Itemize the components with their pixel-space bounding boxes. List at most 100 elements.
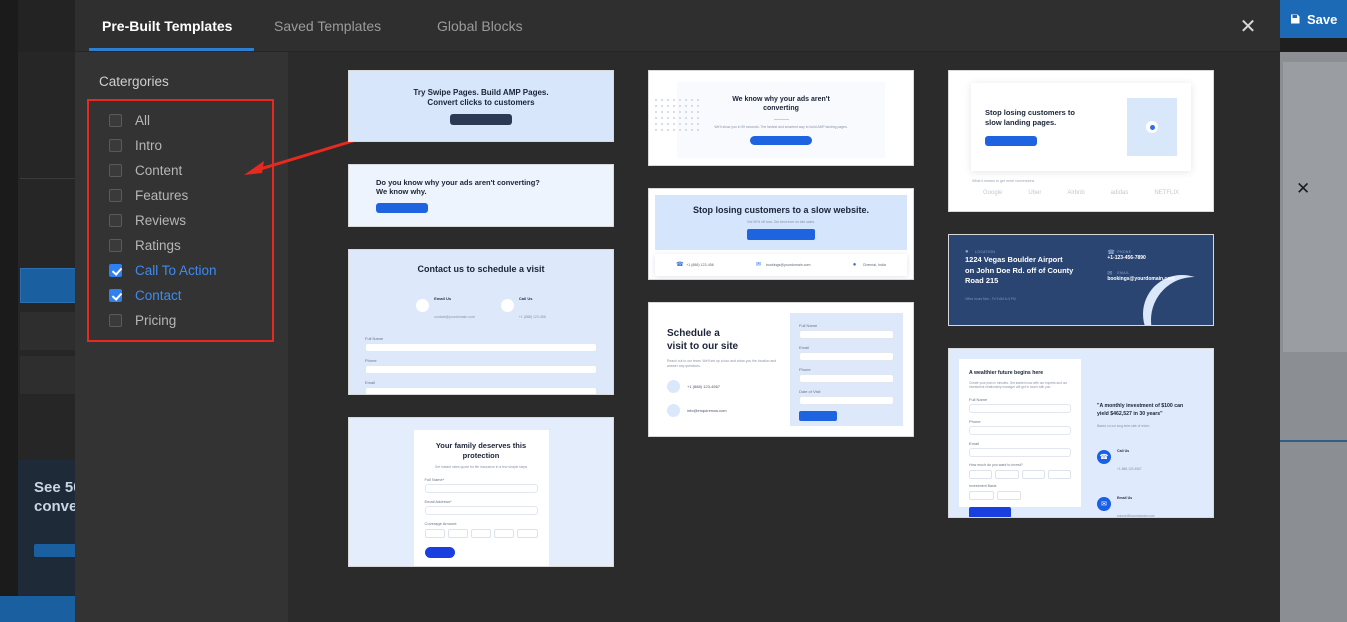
template-next-button — [424, 547, 455, 559]
category-label: Contact — [135, 288, 182, 303]
modal-header: Pre-Built Templates Saved Templates Glob… — [75, 0, 1280, 52]
template-heading: Your family deserves this — [435, 441, 527, 450]
category-item-ratings[interactable]: Ratings — [89, 233, 272, 258]
template-card-ads-not-converting[interactable]: Do you know why your ads aren't converti… — [348, 164, 614, 227]
text-input — [799, 330, 894, 339]
template-heading: Convert clicks to customers — [427, 97, 535, 107]
categories-sidebar: Catergories All Intro Content Features R… — [75, 52, 357, 622]
template-cta-button — [450, 113, 512, 125]
template-card-know-why-ads[interactable]: We know why your ads aren't converting W… — [648, 70, 914, 166]
modal-close-icon[interactable]: ✕ — [1236, 14, 1260, 38]
template-value: bookings@yourdomain.com — [1107, 276, 1175, 282]
right-panel-card — [1283, 62, 1347, 352]
tab-saved-templates[interactable]: Saved Templates — [254, 0, 414, 51]
template-subtext: Create your plan in minutes. Get started… — [969, 380, 1068, 389]
template-card-address-contact[interactable]: ● Location 1224 Vegas Boulder Airport on… — [948, 234, 1214, 326]
category-item-contact[interactable]: Contact — [89, 283, 272, 308]
category-label: Content — [135, 163, 183, 178]
tab-label: Global Blocks — [437, 17, 523, 34]
category-item-pricing[interactable]: Pricing — [89, 308, 272, 333]
logo-label: adidas — [1110, 190, 1129, 196]
template-submit-button — [969, 507, 1011, 517]
checkbox-icon[interactable] — [109, 164, 122, 177]
category-label: Reviews — [135, 213, 187, 228]
logo-label: Uber — [1028, 190, 1042, 196]
template-subtext: Based on our long-term rate of return — [1097, 423, 1150, 428]
template-label: Call Us — [1117, 448, 1130, 453]
logo-label: NETFLIX — [1154, 190, 1179, 196]
tab-label: Pre-Built Templates — [102, 17, 233, 34]
template-submit-button — [799, 411, 837, 421]
template-value: Chennai, India — [862, 263, 886, 267]
category-label: All — [135, 113, 151, 128]
field-label: Full Name — [969, 397, 988, 403]
field-label: Email Address* — [424, 499, 452, 505]
right-panel-accent-line-2 — [1278, 440, 1347, 442]
template-heading: converting — [763, 105, 799, 113]
template-heading: We know why your ads aren't — [732, 96, 830, 103]
template-card-wealthier-future[interactable]: A wealthier future begins here Create yo… — [948, 348, 1214, 518]
template-card-family-protection[interactable]: Your family deserves this protection Get… — [348, 417, 614, 567]
checkbox-icon[interactable] — [109, 214, 122, 227]
templates-column-3: Stop losing customers to slow landing pa… — [948, 70, 1214, 567]
mail-icon: ✉ — [1097, 496, 1111, 511]
text-input — [365, 387, 597, 394]
template-heading: Try Swipe Pages. Build AMP Pages. — [413, 87, 549, 97]
template-card-stop-losing-customers[interactable]: Stop losing customers to a slow website.… — [648, 188, 914, 280]
phone-icon — [500, 298, 514, 312]
mail-icon — [416, 298, 430, 312]
text-input — [365, 343, 597, 353]
category-item-intro[interactable]: Intro — [89, 133, 272, 158]
category-label: Ratings — [135, 238, 181, 253]
template-card-swipe-pages-hero[interactable]: Try Swipe Pages. Build AMP Pages. Conver… — [348, 70, 614, 142]
category-item-features[interactable]: Features — [89, 183, 272, 208]
editor-left-rail — [0, 0, 18, 622]
field-label: Coverage Amount — [424, 521, 457, 527]
template-subtext: Get 50% off now. Our best ever on site s… — [747, 220, 815, 225]
topbar-filler — [1280, 38, 1347, 52]
logo-label: Google — [982, 190, 1003, 196]
category-label: Call To Action — [135, 263, 217, 278]
template-note: Office hours Mon - Fri 9 AM to 5 PM — [965, 296, 1016, 301]
save-button[interactable]: Save — [1280, 0, 1347, 38]
phone-icon: ☎ — [676, 262, 684, 268]
text-input — [424, 506, 538, 516]
template-label: Email Us — [1117, 495, 1133, 500]
field-label: Phone — [799, 367, 811, 372]
template-contact-phone: Call Us +1 (888) 123-456 — [500, 287, 546, 323]
category-item-content[interactable]: Content — [89, 158, 272, 183]
field-label: Email — [799, 345, 810, 350]
category-item-all[interactable]: All — [89, 108, 272, 133]
template-card-schedule-visit-site[interactable]: Schedule a visit to our site Reach out t… — [648, 302, 914, 437]
right-panel-close-icon[interactable]: ✕ — [1296, 180, 1310, 197]
field-label: Full Name — [799, 323, 818, 328]
text-input — [799, 396, 894, 405]
text-input — [969, 404, 1071, 414]
category-item-reviews[interactable]: Reviews — [89, 208, 272, 233]
tab-pre-built-templates[interactable]: Pre-Built Templates — [89, 0, 254, 51]
template-body: We'll show you in 90 seconds. The fastes… — [714, 124, 848, 129]
investment-chip-group — [969, 470, 1071, 480]
template-card-slow-landing-pages[interactable]: Stop losing customers to slow landing pa… — [948, 70, 1214, 212]
template-heading: A wealthier future begins here — [969, 370, 1044, 376]
checkbox-icon[interactable] — [109, 114, 122, 127]
categories-list: All Intro Content Features Reviews Ratin… — [87, 99, 274, 342]
text-input — [969, 448, 1071, 458]
tab-global-blocks[interactable]: Global Blocks — [414, 0, 564, 51]
checkbox-checked-icon[interactable] — [109, 264, 122, 277]
category-label: Intro — [135, 138, 163, 153]
template-subtext: Get instant rates quote for life insuran… — [434, 464, 528, 469]
checkbox-icon[interactable] — [109, 139, 122, 152]
template-quote: "A monthly investment of $100 can — [1097, 403, 1184, 409]
categories-title: Catergories — [99, 74, 169, 89]
checkbox-icon[interactable] — [109, 239, 122, 252]
text-input — [365, 365, 597, 375]
frequency-chip-group — [969, 491, 1021, 501]
play-icon — [1146, 121, 1158, 133]
template-quote: yield $462,527 in 30 years" — [1097, 410, 1163, 417]
template-card-contact-schedule-visit[interactable]: Contact us to schedule a visit Email Us … — [348, 249, 614, 395]
checkbox-icon[interactable] — [109, 189, 122, 202]
category-item-call-to-action[interactable]: Call To Action — [89, 258, 272, 283]
checkbox-checked-icon[interactable] — [109, 289, 122, 302]
checkbox-icon[interactable] — [109, 314, 122, 327]
